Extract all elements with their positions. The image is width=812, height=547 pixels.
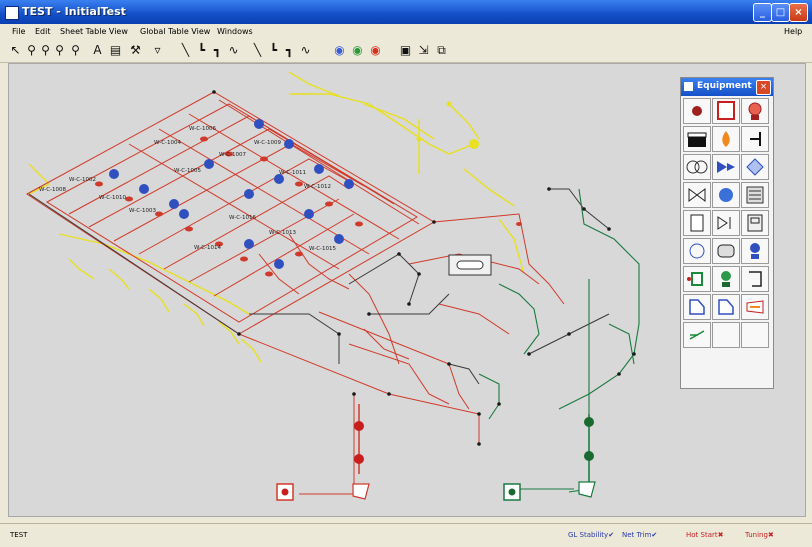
maximize-button[interactable]: □ [771,3,790,22]
empty-slot [712,322,740,348]
zoom-in-icon[interactable]: ⚲ [38,43,53,58]
status-check-tuning: Tuning✖ [745,531,774,539]
zoom-fit-icon[interactable]: ⚲ [68,43,83,58]
wrench-icon[interactable]: ⚒ [128,43,143,58]
red-circle-icon[interactable]: ◉ [368,43,383,58]
sheet-icon[interactable] [683,210,711,236]
label-15: W-C-1015 [309,246,337,252]
green-pump-icon[interactable] [712,266,740,292]
label-11: W-C-1012 [304,184,331,190]
palette-title: Equipment [697,81,752,91]
label-6: W-C-1003 [129,208,157,214]
elbow-blue-icon[interactable] [683,294,711,320]
zoom-out-icon[interactable]: ⚲ [52,43,67,58]
status-check-trim: Net Trim✔ [622,531,658,539]
tee-icon[interactable] [741,126,769,152]
green-assembly [503,414,596,501]
print-icon[interactable]: ▤ [108,43,123,58]
line-wave-icon[interactable]: ∿ [298,43,313,58]
bracket-icon[interactable] [741,266,769,292]
green-circle-icon[interactable]: ◉ [350,43,365,58]
panel-icon[interactable] [741,210,769,236]
label-13: W-C-1016 [229,215,257,221]
window-title: TEST - InitialTest [22,5,126,18]
label-8: W-C-1007 [219,152,247,158]
valve-blue-icon[interactable] [712,154,740,180]
drawing-canvas[interactable]: W-C-1002 W-C-1004 W-C-1006 W-C-1008 W-C-… [8,63,806,517]
palette-close-icon[interactable]: × [756,80,771,95]
menu-file[interactable]: File [12,27,25,36]
minimize-button[interactable]: _ [753,3,772,22]
blue-fan-icon[interactable] [741,238,769,264]
title-bar: TEST - InitialTest _ □ × [0,0,812,24]
label-7: W-C-1005 [174,168,202,174]
equipment-palette[interactable]: Equipment × [680,77,774,389]
zoom-icon[interactable]: ⚲ [24,43,39,58]
pipe-elbow-icon[interactable]: ┗ [194,43,209,58]
app-icon [5,6,19,20]
elbow-blue-2-icon[interactable] [712,294,740,320]
label-14: W-C-1013 [269,230,297,236]
pipe-straight-icon[interactable]: ╲ [178,43,193,58]
green-lines [478,188,640,493]
status-text: TEST [10,531,28,539]
label-1: W-C-1002 [69,177,96,183]
window-icon[interactable]: ⧉ [434,43,449,58]
line-straight-icon[interactable]: ╲ [250,43,265,58]
reducer-icon[interactable] [741,294,769,320]
compressor-icon[interactable] [683,238,711,264]
vessel-icon[interactable] [683,126,711,152]
layout-icon[interactable]: ▣ [398,43,413,58]
line-elbow-icon[interactable]: ┗ [266,43,281,58]
filter-unit-icon[interactable] [741,182,769,208]
menu-sheet-table-view[interactable]: Sheet Table View [60,27,128,36]
filter-icon[interactable]: ▿ [150,43,165,58]
menu-edit[interactable]: Edit [35,27,51,36]
pump-icon[interactable] [683,98,711,124]
label-5: W-C-1010 [99,195,127,201]
label-4: W-C-1008 [39,187,67,193]
line-step-icon[interactable]: ┓ [282,43,297,58]
check-valve-icon[interactable] [712,210,740,236]
green-output-icon[interactable] [683,322,711,348]
heat-exchanger-icon[interactable] [683,154,711,180]
menu-bar: File Edit Sheet Table View Global Table … [0,24,812,40]
menu-windows[interactable]: Windows [217,27,253,36]
blue-circle-icon[interactable]: ◉ [332,43,347,58]
palette-icon [684,82,693,91]
menu-help[interactable]: Help [784,27,802,36]
green-connector-icon[interactable] [683,266,711,292]
label-3: W-C-1006 [189,126,217,132]
diamond-valve-icon[interactable] [741,154,769,180]
pointer-icon[interactable]: ↖ [8,43,23,58]
empty-slot [741,322,769,348]
toolbar: ↖ ⚲ ⚲ ⚲ ⚲ A ▤ ⚒ ▿ ╲ ┗ ┓ ∿ ╲ ┗ ┓ ∿ ◉ ◉ ◉ … [0,40,812,63]
label-12: W-C-1014 [194,245,222,251]
fan-icon[interactable] [741,98,769,124]
export-icon[interactable]: ⇲ [416,43,431,58]
status-check-stability: GL Stability✔ [568,531,615,539]
equipment-box[interactable] [448,254,492,276]
pipe-wave-icon[interactable]: ∿ [226,43,241,58]
text-tool-icon[interactable]: A [90,43,105,58]
status-bar: TEST GL Stability✔ Net Trim✔ Hot Start✖ … [0,523,812,547]
yellow-lines [28,71,525,363]
pipe-step-icon[interactable]: ┓ [210,43,225,58]
label-10: W-C-1011 [279,170,306,176]
blue-pump-icon[interactable] [712,182,740,208]
dark-lines [28,188,610,385]
red-lines [26,91,565,495]
gate-valve-icon[interactable] [683,182,711,208]
label-9: W-C-1009 [254,140,282,146]
status-check-hot-start: Hot Start✖ [686,531,724,539]
palette-title-bar[interactable]: Equipment × [681,78,773,96]
label-2: W-C-1004 [154,140,182,146]
red-assembly [276,404,370,501]
close-button[interactable]: × [789,3,808,22]
flame-icon[interactable] [712,126,740,152]
tank-icon[interactable] [712,98,740,124]
menu-global-table-view[interactable]: Global Table View [140,27,210,36]
drum-icon[interactable] [712,238,740,264]
